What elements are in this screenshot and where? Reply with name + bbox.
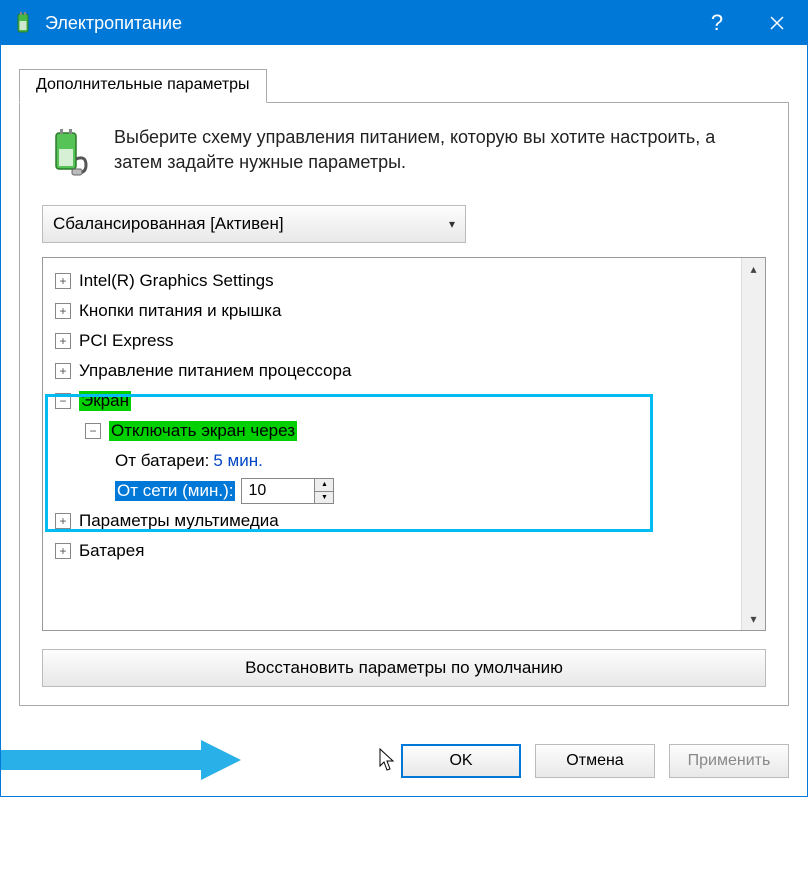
tree-item-on-battery[interactable]: От батареи: 5 мин. (49, 446, 737, 476)
power-options-window: Электропитание ? Дополнительные параметр… (0, 0, 808, 797)
ok-button[interactable]: OK (401, 744, 521, 778)
scroll-up-icon[interactable]: ▴ (750, 262, 756, 276)
tree-item-buttons-lid[interactable]: + Кнопки питания и крышка (49, 296, 737, 326)
expand-icon[interactable]: + (55, 303, 71, 319)
battery-plug-icon (42, 125, 98, 181)
titlebar: Электропитание ? (1, 1, 807, 45)
tab-advanced-settings[interactable]: Дополнительные параметры (19, 69, 267, 103)
spinner-up[interactable]: ▲ (315, 479, 333, 492)
intro-text: Выберите схему управления питанием, кото… (114, 125, 766, 175)
dialog-footer: OK Отмена Применить (1, 724, 807, 796)
power-scheme-select[interactable]: Сбалансированная [Активен] ▾ (42, 205, 466, 243)
expand-icon[interactable]: + (55, 363, 71, 379)
collapse-icon[interactable]: − (85, 423, 101, 439)
spinner-down[interactable]: ▼ (315, 492, 333, 504)
tab-strip: Дополнительные параметры (19, 69, 789, 103)
expand-icon[interactable]: + (55, 273, 71, 289)
cursor-icon (379, 748, 397, 772)
apply-button[interactable]: Применить (669, 744, 789, 778)
expand-icon[interactable]: + (55, 543, 71, 559)
tree-item-intel-graphics[interactable]: + Intel(R) Graphics Settings (49, 266, 737, 296)
tree-item-turn-off-display[interactable]: − Отключать экран через (49, 416, 737, 446)
plugged-in-spinner[interactable]: ▲ ▼ (241, 478, 334, 504)
on-battery-value[interactable]: 5 мин. (213, 451, 262, 471)
arrow-annotation (1, 738, 241, 782)
chevron-down-icon: ▾ (449, 217, 455, 231)
tree-item-multimedia[interactable]: + Параметры мультимедиа (49, 506, 737, 536)
tab-panel: Выберите схему управления питанием, кото… (19, 102, 789, 706)
window-title: Электропитание (45, 13, 687, 34)
tree-item-cpu-power[interactable]: + Управление питанием процессора (49, 356, 737, 386)
tree-item-pci-express[interactable]: + PCI Express (49, 326, 737, 356)
expand-icon[interactable]: + (55, 513, 71, 529)
expand-icon[interactable]: + (55, 333, 71, 349)
close-icon (770, 16, 784, 30)
tree-item-battery[interactable]: + Батарея (49, 536, 737, 566)
plugged-in-input[interactable] (242, 479, 314, 503)
tree-scrollbar[interactable]: ▴ ▾ (741, 258, 765, 630)
cancel-button[interactable]: Отмена (535, 744, 655, 778)
settings-tree: + Intel(R) Graphics Settings + Кнопки пи… (42, 257, 766, 631)
power-icon (11, 11, 35, 35)
tree-item-display[interactable]: − Экран (49, 386, 737, 416)
collapse-icon[interactable]: − (55, 393, 71, 409)
scheme-selected-label: Сбалансированная [Активен] (53, 214, 284, 234)
close-button[interactable] (747, 1, 807, 45)
tree-item-plugged-in[interactable]: От сети (мин.): ▲ ▼ (49, 476, 737, 506)
intro-block: Выберите схему управления питанием, кото… (42, 125, 766, 181)
restore-defaults-button[interactable]: Восстановить параметры по умолчанию (42, 649, 766, 687)
scroll-down-icon[interactable]: ▾ (750, 612, 756, 626)
help-button[interactable]: ? (687, 1, 747, 45)
